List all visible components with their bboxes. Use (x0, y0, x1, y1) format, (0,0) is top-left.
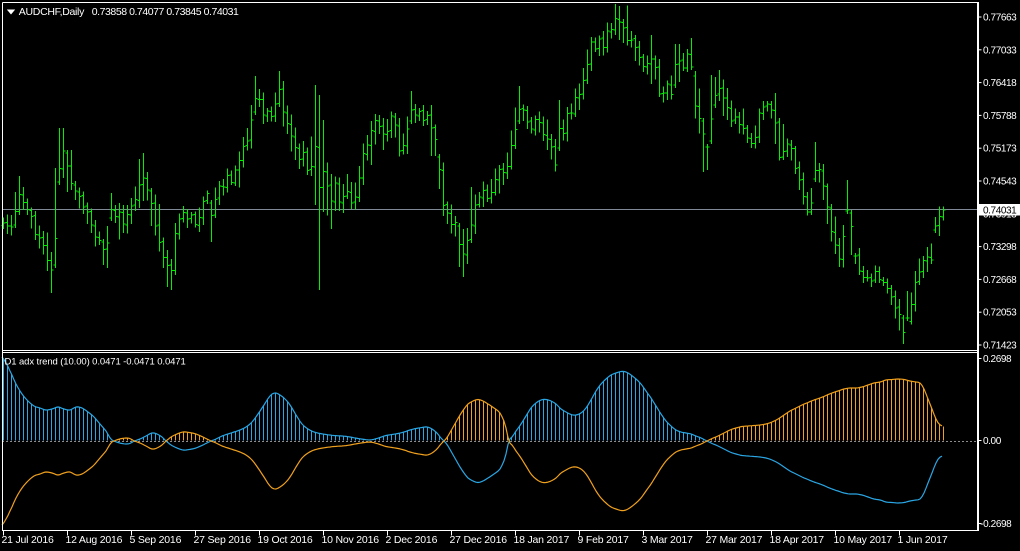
svg-text:21 Jul 2016: 21 Jul 2016 (2, 534, 54, 546)
svg-text:0.74543: 0.74543 (983, 177, 1017, 188)
svg-text:27 Mar 2017: 27 Mar 2017 (706, 534, 763, 546)
svg-text:5 Sep 2016: 5 Sep 2016 (130, 534, 182, 546)
svg-text:27 Dec 2016: 27 Dec 2016 (450, 534, 508, 546)
svg-text:19 Oct 2016: 19 Oct 2016 (258, 534, 313, 546)
svg-text:10 Nov 2016: 10 Nov 2016 (322, 534, 380, 546)
svg-text:0.71423: 0.71423 (983, 341, 1017, 352)
svg-text:0.72668: 0.72668 (983, 275, 1017, 286)
svg-text:0.76418: 0.76418 (983, 78, 1017, 89)
svg-text:0.00: 0.00 (983, 436, 1002, 447)
svg-text:0.77033: 0.77033 (983, 45, 1017, 56)
svg-text:1 Jun 2017: 1 Jun 2017 (898, 534, 948, 546)
svg-text:18 Jan 2017: 18 Jan 2017 (514, 534, 570, 546)
svg-text:2 Dec 2016: 2 Dec 2016 (386, 534, 438, 546)
svg-text:12 Aug 2016: 12 Aug 2016 (66, 534, 123, 546)
svg-text:0.77663: 0.77663 (983, 13, 1017, 24)
svg-text:0.75788: 0.75788 (983, 111, 1017, 122)
svg-text:0.73298: 0.73298 (983, 242, 1017, 253)
svg-text:D1 adx trend (10.00) 0.0471 -0: D1 adx trend (10.00) 0.0471 -0.0471 0.04… (5, 357, 186, 368)
svg-text:9 Feb 2017: 9 Feb 2017 (578, 534, 629, 546)
svg-text:0.73858 0.74077 0.73845 0.7403: 0.73858 0.74077 0.73845 0.74031 (92, 6, 239, 18)
svg-text:27 Sep 2016: 27 Sep 2016 (194, 534, 252, 546)
svg-text:3 Mar 2017: 3 Mar 2017 (642, 534, 693, 546)
svg-text:18 Apr 2017: 18 Apr 2017 (770, 534, 825, 546)
svg-text:-0.2698: -0.2698 (980, 519, 1012, 530)
svg-text:0.74031: 0.74031 (983, 206, 1017, 217)
svg-text:0.2698: 0.2698 (983, 354, 1012, 365)
svg-text:0.72053: 0.72053 (983, 308, 1017, 319)
svg-text:AUDCHF,Daily: AUDCHF,Daily (19, 6, 85, 18)
svg-text:0.75173: 0.75173 (983, 144, 1017, 155)
svg-text:10 May 2017: 10 May 2017 (834, 534, 893, 546)
